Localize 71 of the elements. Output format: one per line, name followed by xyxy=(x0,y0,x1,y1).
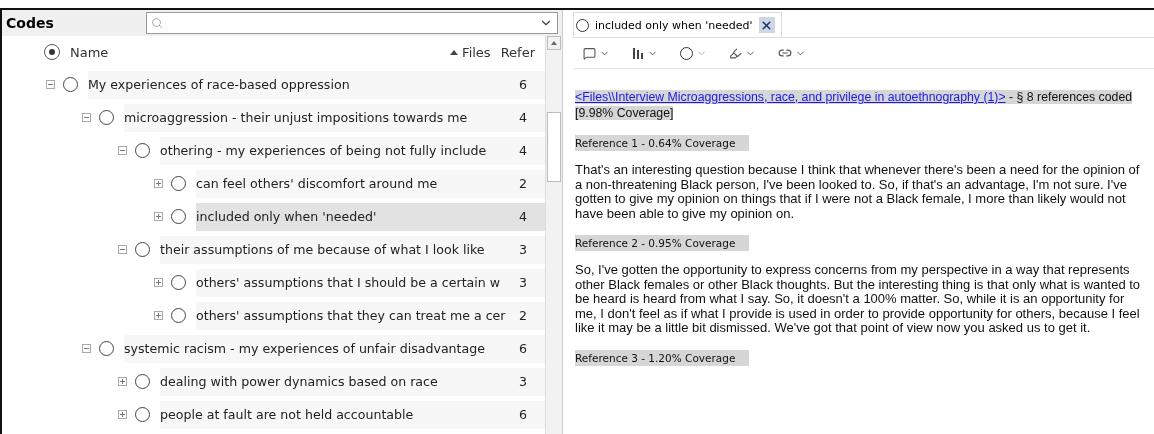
code-label: microaggression - their unjust impositions towards me xyxy=(124,110,469,125)
tree-row[interactable]: their assumptions of me because of what I look like 3 xyxy=(160,235,545,264)
search-icon xyxy=(151,17,163,29)
reference-count: 3 xyxy=(518,275,528,290)
tree-row[interactable]: microaggression - their unjust impositions towards me 4 xyxy=(124,103,545,132)
reference-text: So, I've gotten the opportunity to express concerns from my perspective in a way that represents other Black females or other Black thoughts. But the interesting thing is that only what is wanted to be heard is heard from what I say. So, it doesn't a 100% matter. So, while it is an opportunity for me, I don't feel as if what I provide is used in order to provide opportunity for others, because I feel like it may be a little bit dismissed. We've got that point of view now you asked us to get it. xyxy=(575,263,1142,336)
reference-count: 6 xyxy=(518,407,528,422)
code-label: systemic racism - my experiences of unfair disadvantage xyxy=(124,341,486,356)
reference-heading: Reference 2 - 0.95% Coverage xyxy=(575,235,750,251)
coverage-text: [9.98% Coverage] xyxy=(575,106,674,120)
tree-row[interactable]: others' assumptions that they can treat me a cer 2 xyxy=(196,301,545,330)
code-label: My experiences of race-based oppression xyxy=(88,77,351,92)
reference-count: 4 xyxy=(518,110,528,125)
reference-count: 2 xyxy=(518,308,528,323)
reference-text: That's an interesting question because I think that whenever there's been a need for the opinion of a non-threatening Black person, I've been looked to. So, if that's an advantage, I'm not sure. I've gotten to give my opinion on things that if I were not a Black female, I more than likely would not have been able to give my opinion on. xyxy=(575,163,1141,221)
column-header[interactable]: Name xyxy=(70,44,451,60)
tree-row[interactable]: systemic racism - my experiences of unfair disadvantage 6 xyxy=(124,334,545,363)
code-label: people at fault are not held accountable xyxy=(160,407,415,422)
document-tab[interactable]: included only when 'needed' xyxy=(573,12,782,37)
reference-count: 3 xyxy=(518,242,528,257)
code-label: can feel others' discomfort around me xyxy=(196,176,439,191)
coding-stripes-dropdown[interactable] xyxy=(632,46,658,60)
tree-row[interactable]: dealing with power dynamics based on race 3 xyxy=(160,367,545,396)
reference-count: 4 xyxy=(518,143,528,158)
reference-count: 6 xyxy=(518,341,528,356)
reference-count: 4 xyxy=(518,209,528,224)
collapse-toggle[interactable] xyxy=(46,80,55,89)
sort-arrow-icon xyxy=(450,49,459,55)
column-header[interactable]: Files xyxy=(450,44,501,60)
collapse-toggle[interactable] xyxy=(82,344,91,353)
stripes-icon xyxy=(632,46,644,60)
expand-toggle[interactable] xyxy=(154,212,163,221)
code-label: othering - my experiences of being not fully include xyxy=(160,143,488,158)
link-dropdown[interactable] xyxy=(778,46,806,60)
expand-toggle[interactable] xyxy=(118,377,127,386)
reference-heading: Reference 3 - 1.20% Coverage xyxy=(575,349,750,366)
reference-count: 2 xyxy=(518,176,528,191)
tree-row[interactable]: others' assumptions that I should be a certain w 3 xyxy=(196,268,545,297)
source-link[interactable]: <Files\\Interview Microaggressions, race, and privilege in autoethnography (1)> xyxy=(575,90,1006,104)
code-label: others' assumptions that I should be a certain w xyxy=(196,275,502,290)
scroll-up-arrow-icon[interactable] xyxy=(551,41,557,45)
collapse-toggle[interactable] xyxy=(82,113,91,122)
collapse-toggle[interactable] xyxy=(118,146,127,155)
code-label: dealing with power dynamics based on race xyxy=(160,374,439,389)
code-label: others' assumptions that they can treat me a cer xyxy=(196,308,507,323)
tree-row[interactable]: can feel others' discomfort around me 2 xyxy=(196,169,545,198)
scrollbar[interactable] xyxy=(545,36,562,434)
scroll-thumb[interactable] xyxy=(547,112,561,182)
collapse-toggle[interactable] xyxy=(118,245,127,254)
expand-toggle[interactable] xyxy=(154,179,163,188)
column-header[interactable]: Refer xyxy=(500,44,545,60)
tree-row[interactable]: people at fault are not held accountable 6 xyxy=(160,400,545,429)
reference-count: 3 xyxy=(518,374,528,389)
code-label: included only when 'needed' xyxy=(196,209,378,224)
panel-title: Codes xyxy=(6,15,55,31)
reference-heading: Reference 1 - 0.64% Coverage xyxy=(575,135,750,151)
reference-count: 6 xyxy=(518,77,528,92)
tree-row[interactable]: othering - my experiences of being not fully include 4 xyxy=(160,136,545,165)
link-icon xyxy=(778,46,792,60)
highlighter-icon xyxy=(729,46,742,60)
annotation-dropdown[interactable] xyxy=(583,46,610,60)
speech-bubble-icon xyxy=(583,46,596,60)
close-button[interactable] xyxy=(758,17,775,33)
expand-toggle[interactable] xyxy=(154,311,163,320)
code-label: their assumptions of me because of what I look like xyxy=(160,242,486,257)
tree-row[interactable]: My experiences of race-based oppression 6 xyxy=(88,70,545,99)
tree-row[interactable]: included only when 'needed' 4 xyxy=(196,202,545,231)
search-field[interactable] xyxy=(146,12,558,34)
expand-toggle[interactable] xyxy=(118,410,127,419)
expand-toggle[interactable] xyxy=(154,278,163,287)
highlight-dropdown[interactable] xyxy=(729,46,756,60)
